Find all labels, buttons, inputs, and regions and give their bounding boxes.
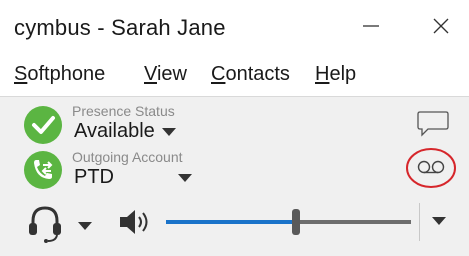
voicemail-button[interactable] <box>404 146 458 190</box>
presence-status-value: Available <box>74 120 155 142</box>
outgoing-account-value: PTD <box>74 166 114 188</box>
outgoing-account-selector[interactable]: Outgoing Account PTD <box>72 147 202 191</box>
menu-softphone-mnemonic: S <box>14 63 28 85</box>
softphone-panel: Presence Status Available Outgoing Accou… <box>0 97 469 256</box>
menu-help-label: elp <box>329 63 357 85</box>
voicemail-icon <box>417 160 445 179</box>
phone-transfer-icon <box>24 151 62 189</box>
chevron-down-icon <box>432 217 446 225</box>
menu-help-mnemonic: H <box>315 63 330 85</box>
menu-view[interactable]: View <box>144 63 187 86</box>
chevron-down-icon <box>78 222 92 230</box>
menu-help[interactable]: Help <box>315 63 356 86</box>
menu-softphone[interactable]: Softphone <box>14 63 105 86</box>
close-button[interactable] <box>418 8 464 48</box>
menu-view-label: iew <box>156 63 187 85</box>
volume-thumb[interactable] <box>291 209 300 235</box>
speaker-icon <box>118 210 152 241</box>
title-bar: cymbus - Sarah Jane <box>0 0 469 56</box>
menu-contacts-label: ontacts <box>225 63 290 85</box>
headset-icon <box>26 203 66 248</box>
presence-status-selector[interactable]: Presence Status Available <box>72 101 192 145</box>
volume-fill <box>166 220 296 224</box>
headset-selector[interactable] <box>26 203 106 243</box>
chat-button[interactable] <box>416 109 450 144</box>
presence-status-label: Presence Status <box>72 103 175 119</box>
menu-bar: Softphone View Contacts Help <box>0 56 469 97</box>
volume-slider[interactable] <box>166 205 411 239</box>
speaker-button[interactable] <box>118 207 152 242</box>
menu-contacts[interactable]: Contacts <box>211 63 290 86</box>
menu-softphone-label: oftphone <box>27 63 106 85</box>
chevron-down-icon <box>178 174 192 182</box>
outgoing-account-label: Outgoing Account <box>72 149 183 165</box>
audio-options-dropdown[interactable] <box>424 207 460 237</box>
minimize-button[interactable] <box>348 8 394 48</box>
chat-bubble-icon <box>416 111 450 143</box>
menu-view-mnemonic: V <box>144 63 157 85</box>
menu-contacts-mnemonic: C <box>211 63 226 85</box>
close-icon <box>431 16 451 41</box>
divider <box>419 203 420 241</box>
minimize-icon <box>361 16 381 41</box>
chevron-down-icon <box>162 128 176 136</box>
window-title: cymbus - Sarah Jane <box>14 15 226 40</box>
checkmark-icon <box>24 106 62 144</box>
